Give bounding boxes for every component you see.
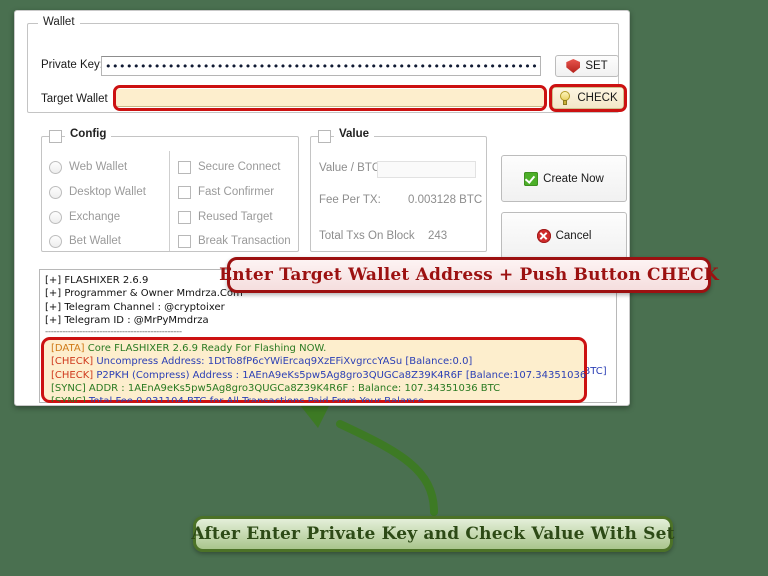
config-group-checkbox[interactable]: [49, 130, 62, 143]
console-log-body: Core FLASHIXER 2.6.9 Ready For Flashing …: [84, 343, 327, 354]
checkbox-reused-target[interactable]: [178, 211, 191, 224]
console-log-body: ADDR : 1AEnA9eKs5pw5Ag8gro3QUGCa8Z39K4R6…: [85, 382, 501, 394]
radio-web-wallet-label: Web Wallet: [69, 161, 128, 173]
private-key-input[interactable]: ••••••••••••••••••••••••••••••••••••••••…: [101, 56, 541, 76]
console-log-tag: [SYNC]: [51, 382, 86, 394]
console-log-body: Total Fee 0.031104 BTC for All Transacti…: [85, 396, 431, 402]
checkbox-secure-connect[interactable]: [178, 161, 191, 174]
cancel-button[interactable]: Cancel: [501, 212, 627, 259]
radio-desktop-wallet[interactable]: [49, 186, 62, 199]
callout-red-text: Enter Target Wallet Address + Push Butto…: [219, 265, 719, 285]
console-log-tag: [DATA]: [51, 343, 85, 354]
green-check-icon: [524, 171, 539, 186]
fee-per-tx-value: 0.003128 BTC: [408, 194, 483, 206]
console-log-tag: [SYNC]: [51, 396, 86, 402]
set-button-label: SET: [585, 60, 608, 72]
checkbox-break-transaction[interactable]: [178, 235, 191, 248]
set-button[interactable]: SET: [555, 55, 619, 77]
console-log-body: Uncompress Address: 1DtTo8fP6cYWiErcaq9X…: [93, 356, 473, 368]
total-txs-value: 243: [428, 230, 448, 242]
console-log-line: [DATA] Core FLASHIXER 2.6.9 Ready For Fl…: [51, 342, 583, 355]
wallet-group-title: Wallet: [38, 16, 80, 28]
checkbox-fast-confirmer[interactable]: [178, 186, 191, 199]
callout-after-enter-private-key: After Enter Private Key and Check Value …: [191, 516, 675, 552]
check-button[interactable]: CHECK: [552, 87, 624, 109]
console-log-tag: [CHECK]: [51, 356, 94, 368]
target-wallet-label: Target Wallet: [41, 93, 108, 105]
console-log-line: [CHECK] P2PKH (Compress) Address : 1AEnA…: [51, 369, 587, 382]
value-group-checkbox[interactable]: [318, 130, 331, 143]
check-button-label: CHECK: [577, 92, 618, 104]
callout-green-text: After Enter Private Key and Check Value …: [191, 524, 675, 544]
checkbox-reused-target-label: Reused Target: [198, 211, 273, 223]
console-highlighted-lines: [DATA] Core FLASHIXER 2.6.9 Ready For Fl…: [47, 340, 587, 402]
config-divider: [169, 151, 170, 251]
checkbox-secure-connect-label: Secure Connect: [198, 161, 281, 173]
radio-exchange-label: Exchange: [69, 211, 121, 223]
config-group-title: Config: [65, 128, 112, 140]
value-btc-label: Value / BTC:: [319, 162, 384, 174]
shield-icon: [566, 59, 581, 73]
callout-enter-target-wallet: Enter Target Wallet Address + Push Butto…: [219, 257, 719, 293]
radio-bet-wallet-label: Bet Wallet: [69, 235, 121, 247]
private-key-label: Private Key:: [41, 59, 103, 71]
console-log-tag: [CHECK]: [51, 369, 94, 381]
key-icon: [558, 91, 572, 105]
create-now-button[interactable]: Create Now: [501, 155, 627, 202]
checkbox-break-transaction-label: Break Transaction: [198, 235, 291, 247]
value-btc-input[interactable]: [377, 161, 476, 178]
total-txs-label: Total Txs On Block: [319, 230, 415, 242]
red-x-icon: [536, 228, 551, 243]
console-header-line: [+] Telegram ID : @MrPyMmdrza: [45, 314, 209, 326]
cancel-label: Cancel: [555, 229, 592, 242]
console-header-line: [+] Telegram Channel : @cryptoixer: [45, 301, 225, 313]
green-arrow-path: [336, 420, 438, 516]
console-log-line: [SYNC] Total Fee 0.031104 BTC for All Tr…: [51, 395, 583, 402]
radio-bet-wallet[interactable]: [49, 235, 62, 248]
console-log-line: [CHECK] Uncompress Address: 1DtTo8fP6cYW…: [51, 355, 583, 368]
radio-exchange[interactable]: [49, 211, 62, 224]
target-wallet-input[interactable]: [116, 89, 544, 107]
console-log-body: P2PKH (Compress) Address : 1AEnA9eKs5pw5…: [93, 369, 587, 381]
fee-per-tx-label: Fee Per TX:: [319, 194, 381, 206]
create-now-label: Create Now: [543, 172, 604, 185]
radio-web-wallet[interactable]: [49, 161, 62, 174]
console-separator: ----------------------------------------…: [45, 327, 182, 338]
radio-desktop-wallet-label: Desktop Wallet: [69, 186, 146, 198]
value-group-title: Value: [334, 128, 375, 140]
console-log-line: [SYNC] ADDR : 1AEnA9eKs5pw5Ag8gro3QUGCa8…: [51, 382, 583, 395]
application-window: Wallet Private Key: ••••••••••••••••••••…: [14, 10, 630, 406]
checkbox-fast-confirmer-label: Fast Confirmer: [198, 186, 275, 198]
